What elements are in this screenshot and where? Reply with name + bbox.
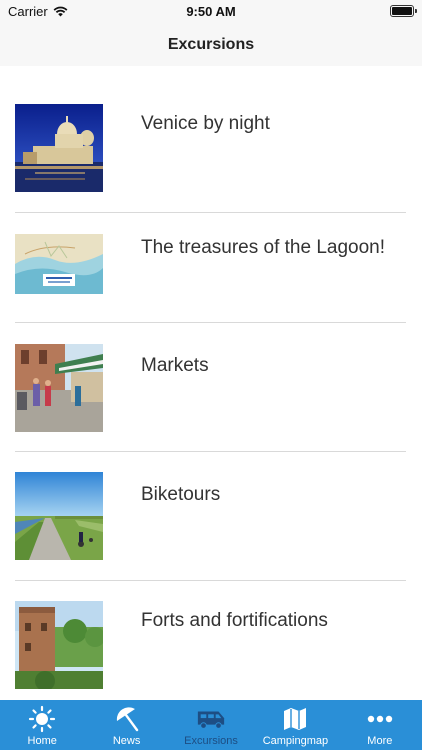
map-icon <box>280 705 310 733</box>
tab-news[interactable]: News <box>84 700 168 750</box>
sun-icon <box>27 705 57 733</box>
umbrella-icon <box>112 705 142 733</box>
list-item-label: Biketours <box>141 484 221 505</box>
list-item-label: Forts and fortifications <box>141 610 328 631</box>
battery-icon <box>390 5 417 17</box>
more-icon <box>365 705 395 733</box>
tab-label: Excursions <box>184 735 238 747</box>
tab-label: More <box>367 735 393 747</box>
tab-excursions[interactable]: Excursions <box>169 700 253 750</box>
venice-by-night-thumbnail <box>15 104 103 192</box>
list-item-treasures-of-the-lagoon[interactable]: The treasures of the Lagoon! <box>0 213 422 322</box>
tab-campingmap[interactable]: Campingmap <box>253 700 337 750</box>
tab-more[interactable]: More <box>338 700 422 750</box>
list-item-label: Markets <box>141 355 209 376</box>
list-item-forts-and-fortifications[interactable]: Forts and fortifications <box>0 581 422 700</box>
lagoon-map-thumbnail <box>15 234 103 294</box>
list-item-biketours[interactable]: Biketours <box>0 452 422 580</box>
excursion-list[interactable]: Venice by night The treasures of the Lag… <box>0 66 422 700</box>
biketours-thumbnail <box>15 472 103 560</box>
tab-bar: Home News Excursions Campingmap More <box>0 700 422 750</box>
list-item-label: The treasures of the Lagoon! <box>141 237 385 258</box>
tab-label: News <box>112 735 141 747</box>
tab-label: Home <box>27 735 57 747</box>
list-item-markets[interactable]: Markets <box>0 323 422 451</box>
list-item-venice-by-night[interactable]: Venice by night <box>0 66 422 212</box>
navigation-bar: Excursions <box>0 24 422 66</box>
van-icon <box>196 705 226 733</box>
markets-thumbnail <box>15 344 103 432</box>
list-item-label: Venice by night <box>141 113 270 134</box>
page-title: Excursions <box>167 36 255 53</box>
clock: 9:50 AM <box>186 4 236 19</box>
forts-thumbnail <box>15 601 103 689</box>
status-bar: Carrier 9:50 AM <box>0 0 422 24</box>
tab-home[interactable]: Home <box>0 700 84 750</box>
tab-label: Campingmap <box>262 735 329 747</box>
